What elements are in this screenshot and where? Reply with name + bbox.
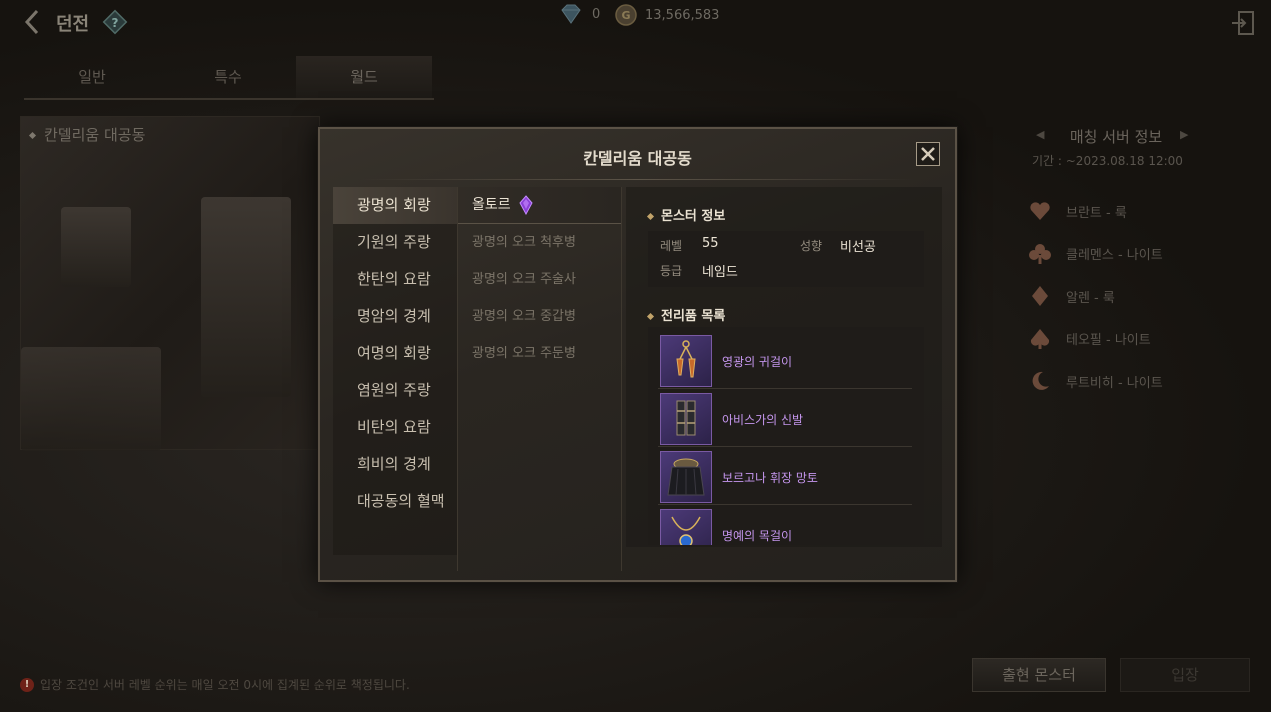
loot-item[interactable]: 아비스가의 신발 [658,389,912,447]
loot-item-name: 보르고나 휘장 망토 [722,471,818,485]
loot-item-name: 영광의 귀걸이 [722,355,793,369]
dungeon-name: 칸델리움 대공동 [28,124,145,145]
tendency-label: 성향 [800,239,823,253]
floor-item[interactable]: 비탄의 요람 [333,409,457,446]
monster-info-box: 레벨 55 성향 비선공 등급 네임드 [648,231,924,287]
chevron-left-icon[interactable] [22,8,42,36]
gold-count: 13,566,583 [645,7,720,23]
boots-icon [660,393,712,445]
boss-gem-icon [519,195,533,215]
exit-icon[interactable] [1231,10,1255,36]
modal-title: 칸델리움 대공동 [583,149,692,168]
arrow-right-icon: ▶ [1180,128,1189,141]
necklace-icon [660,509,712,545]
club-icon [1028,242,1052,266]
floor-item[interactable]: 대공동의 혈맥 [333,483,457,520]
dungeon-preview-panel [20,116,320,451]
monster-info-heading: 몬스터 정보 [646,205,725,224]
dungeon-tabs: 일반 특수 월드 [24,56,434,100]
server-item: 테오필 - 나이트 [1028,318,1163,361]
entry-notice: ! 입장 조건인 서버 레벨 순위는 매일 오전 0시에 집계된 순위로 책정됩… [20,676,410,693]
gem-icon [561,4,581,24]
tab-normal[interactable]: 일반 [24,56,160,98]
floor-item[interactable]: 한탄의 요람 [333,261,457,298]
grade-value: 네임드 [702,265,738,280]
floor-item[interactable]: 기원의 주랑 [333,224,457,261]
gem-count: 0 [592,6,601,22]
floor-item[interactable]: 명암의 경계 [333,298,457,335]
monster-detail-panel: 몬스터 정보 레벨 55 성향 비선공 등급 네임드 전리품 목록 영광의 귀걸… [626,187,942,547]
server-item: 알렌 - 룩 [1028,275,1163,318]
spade-icon [1028,327,1052,351]
monster-item[interactable]: 광명의 오크 중갑병 [458,298,621,335]
server-list: 브란트 - 룩 클레멘스 - 나이트 알렌 - 룩 테오필 - 나이트 루트비히… [1028,190,1163,403]
appear-monster-modal: 칸델리움 대공동 광명의 회랑 기원의 주랑 한탄의 요람 명암의 경계 여명의… [318,127,957,582]
close-icon [921,147,935,161]
grade-label: 등급 [660,264,683,278]
diamond-icon [1028,284,1052,308]
cloak-icon [660,451,712,503]
close-button[interactable] [916,142,940,166]
monster-item[interactable]: 광명의 오크 척후병 [458,224,621,261]
heart-icon [1028,199,1052,223]
loot-item-name: 아비스가의 신발 [722,413,804,427]
tab-world[interactable]: 월드 [296,56,432,98]
monster-list: 올토르 광명의 오크 척후병 광명의 오크 주술사 광명의 오크 중갑병 광명의… [457,187,622,571]
svg-text:G: G [621,9,630,22]
svg-text:?: ? [112,16,119,30]
monster-item[interactable]: 광명의 오크 주술사 [458,261,621,298]
question-icon[interactable]: ? [102,9,128,35]
server-item: 클레멘스 - 나이트 [1028,233,1163,276]
server-item: 브란트 - 룩 [1028,190,1163,233]
tab-special[interactable]: 특수 [160,56,296,98]
loot-list: 영광의 귀걸이 아비스가의 신발 보르고나 휘장 망토 명예의 목걸이 [648,327,924,545]
loot-item[interactable]: 보르고나 휘장 망토 [658,447,912,505]
appear-monster-button[interactable]: 출현 몬스터 [972,658,1106,692]
monster-item[interactable]: 올토르 [458,187,621,224]
level-value: 55 [702,236,719,251]
loot-heading: 전리품 목록 [646,305,725,324]
server-item: 루트비히 - 나이트 [1028,360,1163,403]
floor-item[interactable]: 희비의 경계 [333,446,457,483]
gem-currency: 0 [558,4,600,24]
level-label: 레벨 [660,239,683,253]
monster-item[interactable]: 광명의 오크 주둔병 [458,335,621,372]
loot-item-name: 명예의 목걸이 [722,529,793,543]
page-title: 던전 [56,14,90,35]
gold-coin-icon: G [615,4,637,26]
moon-icon [1028,369,1052,393]
enter-button[interactable]: 입장 [1120,658,1250,692]
floor-list: 광명의 회랑 기원의 주랑 한탄의 요람 명암의 경계 여명의 회랑 염원의 주… [333,187,457,555]
earring-icon [660,335,712,387]
loot-item[interactable]: 영광의 귀걸이 [658,331,912,389]
alert-icon: ! [20,677,34,692]
floor-item[interactable]: 염원의 주랑 [333,372,457,409]
floor-item[interactable]: 여명의 회랑 [333,335,457,372]
floor-item[interactable]: 광명의 회랑 [333,187,457,224]
top-bar: 던전 ? 0 G 13,566,583 [0,0,1271,44]
server-period: 기간 : ~2023.08.18 12:00 [1032,154,1183,168]
matching-server-info: ◀ 매칭 서버 정보 ▶ 기간 : ~2023.08.18 12:00 브란트 … [1020,120,1250,420]
server-info-title: 매칭 서버 정보 [1069,128,1163,146]
loot-item[interactable]: 명예의 목걸이 [658,505,912,545]
gold-currency: G 13,566,583 [615,4,719,26]
tendency-value: 비선공 [840,240,876,255]
